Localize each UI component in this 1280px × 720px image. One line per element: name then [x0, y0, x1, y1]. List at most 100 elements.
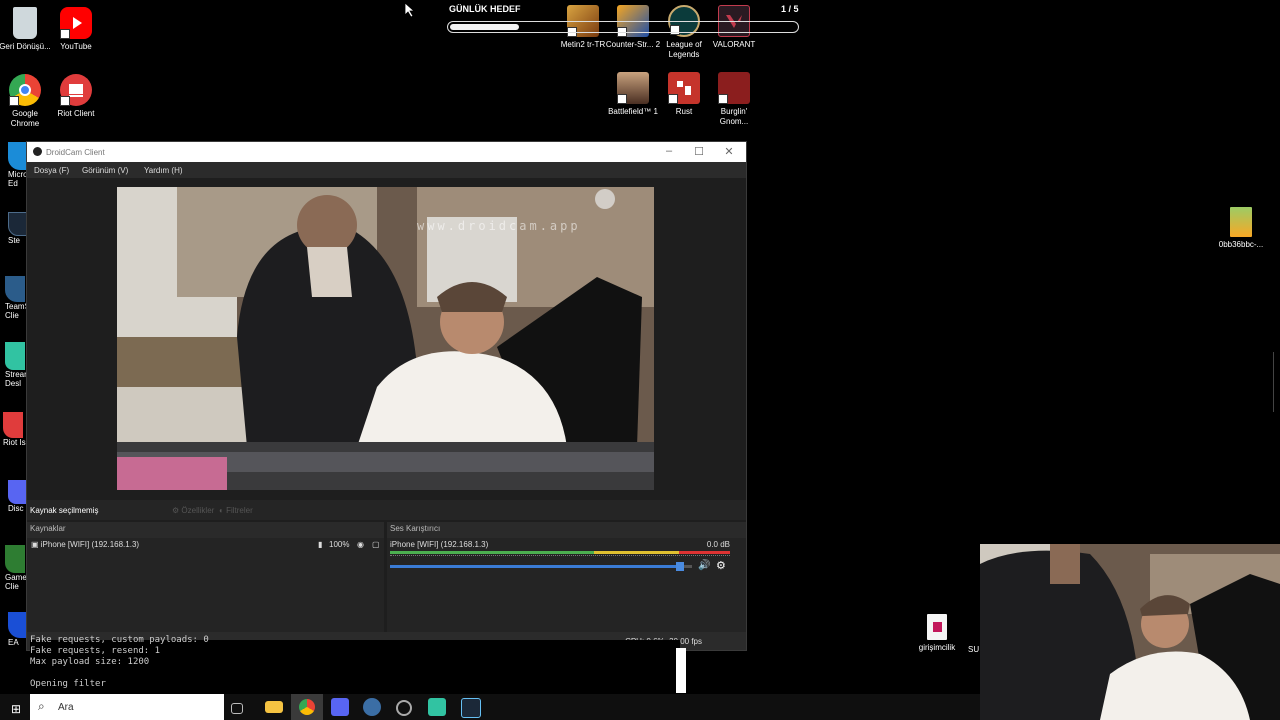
desktop-icon-battlefield[interactable]: Battlefield™ 1 — [605, 72, 661, 117]
desktop-icon-label: Ste — [8, 236, 21, 245]
maximize-button[interactable]: ☐ — [689, 145, 709, 158]
desktop-icon-youtube[interactable]: YouTube — [48, 7, 104, 52]
source-name: iPhone [WIFI] (192.168.1.3) — [40, 540, 140, 549]
close-button[interactable]: ✕ — [719, 145, 739, 158]
desktop-icon-label: Riot Is — [3, 438, 26, 447]
desktop-icon-steam[interactable]: Ste — [8, 212, 28, 245]
mouse-cursor-icon — [404, 2, 416, 23]
menu-view[interactable]: Görünüm (V) — [82, 166, 128, 175]
volume-slider[interactable] — [390, 562, 692, 571]
search-placeholder: Ara — [58, 702, 74, 713]
bottom-panes: Kaynaklar ▣ iPhone [WIFI] (192.168.1.3) … — [27, 522, 746, 632]
taskbar-search[interactable]: ⌕ Ara — [30, 694, 224, 720]
image-file-icon — [1230, 207, 1252, 237]
window-title: DroidCam Client — [46, 148, 105, 157]
audio-meter-ticks — [390, 555, 730, 560]
volume-slider-knob[interactable] — [675, 562, 684, 571]
teamspeak-icon — [5, 276, 25, 302]
windows-icon: ⊞ — [11, 702, 22, 716]
terminal-line: Opening filter — [30, 679, 106, 689]
desktop-icon-label: Counter-Str... 2 — [605, 40, 661, 49]
eye-icon[interactable]: ◉ — [357, 540, 364, 549]
game-client-icon — [5, 545, 25, 573]
ea-icon — [8, 612, 26, 638]
droidcam-window: DroidCam Client – ☐ ✕ Dosya (F) Görünüm … — [26, 141, 747, 651]
camera-preview: www.droidcam.app — [117, 187, 654, 490]
terminal-line: Fake requests, custom payloads: 0 — [30, 635, 209, 645]
desktop-icon-ea[interactable]: EA — [8, 612, 28, 647]
desktop-icon-label: Riot Client — [57, 109, 95, 118]
chrome-icon — [9, 74, 41, 106]
sources-pane: Kaynaklar ▣ iPhone [WIFI] (192.168.1.3) … — [27, 522, 384, 632]
terminal-line: Fake requests, resend: 1 — [30, 646, 161, 656]
menu-help[interactable]: Yardım (H) — [144, 166, 183, 175]
terminal-window: Fake requests, custom payloads: 0 Fake r… — [30, 635, 680, 695]
streamlabs-icon — [5, 342, 25, 370]
camera-icon: ▣ — [31, 540, 41, 549]
lock-icon[interactable]: ▢ — [372, 540, 380, 549]
desktop-icon-burglin[interactable]: Burglin' Gnom... — [706, 72, 762, 127]
mixer-header: Ses Karıştırıcı — [387, 522, 746, 538]
sources-header: Kaynaklar — [27, 522, 384, 538]
recycle-bin-icon — [13, 7, 37, 39]
right-edge-indicator — [1273, 352, 1280, 412]
desktop-icon-label: VALORANT — [712, 40, 756, 49]
desktop-icon-rust[interactable]: Rust — [656, 72, 712, 117]
daily-goal-progress-fill — [450, 24, 519, 30]
desktop-icon-label: 0bb36bbc-... — [1218, 240, 1264, 249]
terminal-line: Max payload size: 1200 — [30, 657, 150, 667]
droidcam-logo-icon — [33, 147, 42, 156]
desktop-icon-riot-install[interactable]: Riot Is — [3, 412, 27, 447]
desktop-icon-document[interactable]: girişimcilik — [909, 614, 965, 653]
desktop-icon-label: Geri Dönüşü... — [0, 42, 51, 51]
desktop-icon-image-file[interactable]: 0bb36bbc-... — [1212, 207, 1270, 250]
chrome-taskbar-icon[interactable] — [291, 694, 323, 720]
daily-goal-count: 1 / 5 — [781, 4, 799, 14]
terminal-scrollbar[interactable] — [676, 648, 686, 693]
properties-button[interactable]: ⚙ Özellikler — [172, 506, 214, 515]
daily-goal-title: GÜNLÜK HEDEF — [449, 4, 521, 14]
edge-icon — [8, 142, 28, 170]
desktop-icon-discord[interactable]: Disc — [8, 480, 28, 513]
audio-meter — [390, 551, 730, 554]
rust-icon — [668, 72, 700, 104]
mixer-settings-icon[interactable]: ⚙ — [716, 559, 726, 572]
filters-button[interactable]: ◐ Filtreler — [219, 506, 253, 515]
app-taskbar-icon[interactable] — [363, 698, 381, 716]
riot-icon — [3, 412, 23, 438]
steam-taskbar-icon[interactable] — [461, 698, 481, 718]
desktop-icon-label: Disc — [8, 504, 24, 513]
mixer-pane: Ses Karıştırıcı iPhone [WIFI] (192.168.1… — [387, 522, 746, 632]
youtube-icon — [60, 7, 92, 39]
desktop-icon-label-partial: SU — [968, 645, 980, 654]
discord-taskbar-icon[interactable] — [331, 698, 349, 716]
mixer-db: 0.0 dB — [706, 540, 730, 549]
minimize-button[interactable]: – — [659, 145, 679, 157]
start-button[interactable]: ⊞ — [11, 702, 21, 716]
desktop-icon-label: YouTube — [60, 42, 92, 51]
menu-file[interactable]: Dosya (F) — [34, 166, 69, 175]
desktop-icon-chrome[interactable]: Google Chrome — [0, 74, 53, 129]
document-file-icon — [927, 614, 947, 640]
window-titlebar[interactable]: DroidCam Client – ☐ ✕ — [27, 142, 746, 162]
desktop-icon-edge[interactable]: Micro Ed — [8, 142, 28, 188]
riot-taskbar-icon[interactable] — [396, 700, 412, 716]
streamlabs-taskbar-icon[interactable] — [428, 698, 446, 716]
daily-goal-progress — [447, 21, 799, 33]
discord-icon — [8, 480, 26, 504]
camera-overlay-preview — [980, 544, 1280, 720]
desktop-icon-riot-client[interactable]: Riot Client — [48, 74, 104, 119]
desktop-icon-label: Metin2 tr-TR — [560, 40, 606, 49]
source-volume-icon: ▮ — [318, 540, 323, 549]
desktop-icon-label: Battlefield™ 1 — [608, 107, 658, 116]
speaker-icon[interactable]: 🔊 — [698, 560, 710, 571]
task-view-icon[interactable] — [231, 703, 243, 714]
file-explorer-icon[interactable] — [265, 701, 283, 713]
riot-client-icon — [60, 74, 92, 106]
desktop-icon-label: EA — [8, 638, 19, 647]
desktop-icon-label: Rust — [675, 107, 693, 116]
mixer-source-name: iPhone [WIFI] (192.168.1.3) — [390, 540, 489, 549]
source-row[interactable]: ▣ iPhone [WIFI] (192.168.1.3) ▮ 100% ◉ ▢ — [31, 540, 381, 549]
desktop-icon-recycle-bin[interactable]: Geri Dönüşü... — [0, 7, 53, 52]
desktop-icon-label: League of Legends — [666, 40, 702, 59]
